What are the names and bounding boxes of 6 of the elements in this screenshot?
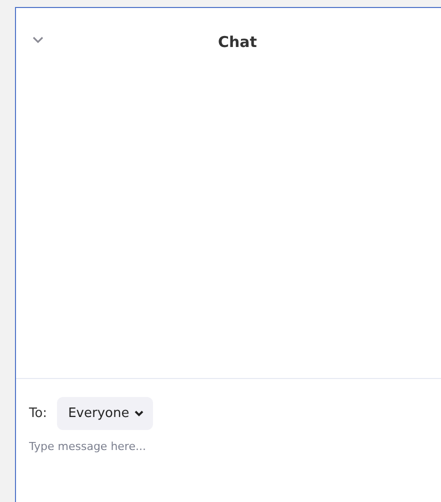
collapse-button[interactable] xyxy=(30,34,46,46)
recipient-dropdown[interactable]: Everyone xyxy=(57,397,154,430)
to-label: To: xyxy=(29,406,48,421)
caret-icon xyxy=(134,410,144,417)
panel-title: Chat xyxy=(218,33,257,51)
chevron-down-icon xyxy=(32,36,44,44)
